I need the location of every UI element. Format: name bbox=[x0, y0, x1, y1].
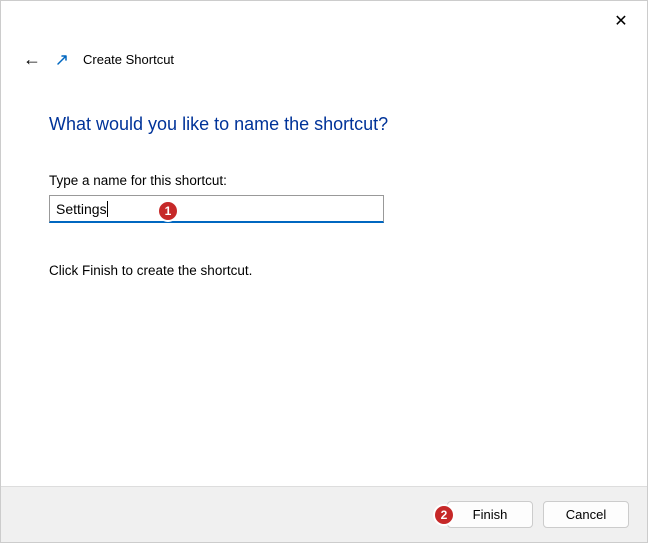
footer-bar: 2 Finish Cancel bbox=[1, 486, 647, 542]
titlebar: ✕ bbox=[1, 1, 647, 41]
wizard-header: ← Create Shortcut bbox=[1, 41, 647, 70]
input-label: Type a name for this shortcut: bbox=[49, 173, 599, 188]
content-area: What would you like to name the shortcut… bbox=[1, 70, 647, 278]
close-icon[interactable]: ✕ bbox=[611, 11, 631, 31]
shortcut-icon bbox=[55, 53, 69, 67]
cancel-button[interactable]: Cancel bbox=[543, 501, 629, 528]
finish-button[interactable]: Finish bbox=[447, 501, 533, 528]
input-wrapper: 1 bbox=[49, 195, 384, 223]
help-text: Click Finish to create the shortcut. bbox=[49, 263, 599, 278]
finish-wrapper: 2 Finish bbox=[447, 501, 533, 528]
text-caret bbox=[107, 201, 108, 217]
page-heading: What would you like to name the shortcut… bbox=[49, 114, 599, 135]
wizard-title: Create Shortcut bbox=[83, 52, 174, 67]
annotation-marker-2: 2 bbox=[433, 504, 455, 526]
back-arrow-icon[interactable]: ← bbox=[23, 49, 41, 70]
annotation-marker-1: 1 bbox=[157, 200, 179, 222]
shortcut-name-input[interactable] bbox=[49, 195, 384, 223]
